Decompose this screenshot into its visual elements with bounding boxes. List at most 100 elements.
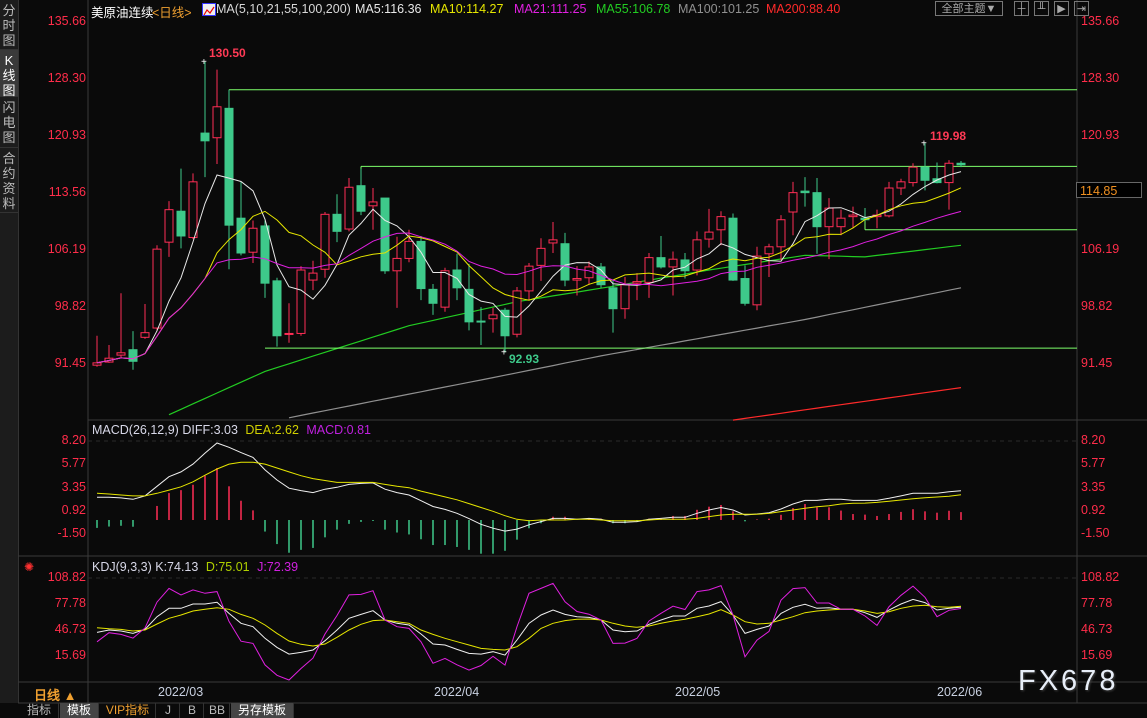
ma21-value: MA21:111.25 — [514, 2, 587, 16]
price-axis-label-right: 120.93 — [1081, 127, 1120, 142]
price-axis-label-left: 91.45 — [54, 356, 86, 370]
candlestick — [308, 260, 318, 291]
candlestick — [416, 235, 426, 301]
price-axis-label-left: 128.30 — [47, 70, 86, 85]
macd-axis-label-right: 0.92 — [1081, 503, 1106, 518]
candlestick — [944, 160, 954, 210]
price-axis-label-right: 91.45 — [1081, 356, 1113, 370]
macd-axis-label-right: 5.77 — [1081, 456, 1106, 471]
candle-body — [764, 246, 774, 255]
tab-vip-indicators[interactable]: VIP指标 — [100, 703, 156, 718]
candle-body — [668, 258, 678, 268]
macd-axis-label-right: -1.50 — [1081, 526, 1110, 541]
ma55-value: MA55:106.78 — [596, 2, 671, 16]
candlestick — [428, 283, 438, 315]
candle-body — [116, 352, 126, 356]
candlestick — [464, 263, 474, 331]
candle-body — [548, 239, 558, 244]
macd-diff-line — [97, 442, 962, 532]
candle-body — [296, 269, 306, 334]
tab-bb[interactable]: BB — [205, 703, 230, 718]
candle-body — [740, 278, 750, 304]
candle-body — [716, 216, 726, 231]
macd-panel — [96, 442, 962, 554]
date-label: 2022/04 — [434, 685, 480, 699]
candle-body — [272, 280, 282, 337]
tab-b[interactable]: B — [181, 703, 204, 718]
candle-body — [140, 332, 150, 338]
candle-body — [572, 278, 582, 281]
chart-canvas[interactable]: + + + — [0, 0, 1147, 718]
macd-axis-label-left: 8.20 — [61, 433, 86, 448]
theme-dropdown[interactable]: 全部主题▼ — [935, 1, 1003, 16]
candlestick — [872, 209, 882, 229]
candlestick — [668, 251, 678, 296]
macd-legend: MACD(26,12,9) DIFF:3.03 DEA:2.62 MACD:0.… — [92, 423, 371, 437]
candle-body — [824, 207, 834, 228]
zoom-axis-icon[interactable]: ╨ — [1034, 1, 1049, 16]
candlestick — [632, 273, 642, 301]
candle-body — [788, 192, 798, 213]
candle-body — [344, 186, 354, 230]
high-marker: + — [921, 138, 927, 149]
macd-value: MACD:0.81 — [306, 423, 371, 437]
candle-body — [800, 190, 810, 194]
kdj-axis-label-right: 77.78 — [1081, 595, 1113, 610]
candlestick — [800, 177, 810, 207]
candle-body — [632, 281, 642, 284]
kdj-d: D:75.01 — [205, 560, 250, 574]
candlestick — [704, 208, 714, 248]
candlestick — [296, 266, 306, 336]
candle-body — [752, 255, 762, 306]
ma200-line — [732, 387, 962, 421]
candle-body — [560, 243, 570, 281]
play-step-icon[interactable]: ▶ — [1054, 1, 1069, 16]
price-axis-label-right: 128.30 — [1081, 70, 1120, 85]
candle-body — [956, 162, 966, 166]
candlestick — [716, 211, 726, 246]
tab-indicators[interactable]: 指标 — [20, 703, 59, 718]
candlestick — [188, 173, 198, 240]
candlestick — [488, 307, 498, 333]
chart-frame — [18, 0, 1147, 704]
candlestick — [344, 177, 354, 232]
candle-body — [320, 213, 330, 270]
candlestick — [788, 181, 798, 236]
macd-axis-label-left: 0.92 — [61, 503, 86, 518]
ma5-value: MA5:116.36 — [355, 2, 422, 16]
crosshair-icon[interactable]: ┼ — [1014, 1, 1029, 16]
candlestick — [752, 246, 762, 311]
kdj-alert-icon[interactable]: ✺ — [24, 560, 34, 574]
candlestick — [476, 307, 486, 346]
price-axis-label-right: 106.19 — [1081, 241, 1120, 256]
candlestick — [320, 211, 330, 278]
ma-params: MA(5,10,21,55,100,200) — [216, 2, 351, 16]
candle-body — [284, 332, 294, 335]
tab-j[interactable]: J — [157, 703, 180, 718]
ma100-value: MA100:101.25 — [678, 2, 760, 16]
candlestick — [644, 252, 654, 298]
candlestick — [524, 263, 534, 301]
candle-body — [248, 227, 258, 253]
candle-body — [440, 270, 450, 308]
candle-body — [92, 362, 102, 366]
period-selector[interactable]: 日线 ▲ — [34, 685, 76, 704]
indicator-chart-icon[interactable] — [202, 3, 216, 16]
price-axis-label-left: 106.19 — [47, 241, 86, 256]
kdj-axis-label-left: 46.73 — [54, 622, 86, 636]
candle-body — [908, 166, 918, 184]
candle-body — [308, 272, 318, 281]
kdj-j: J:72.39 — [257, 560, 299, 574]
candle-body — [620, 284, 630, 310]
macd-diff: DIFF:3.03 — [182, 423, 238, 437]
tab-templates[interactable]: 模板 — [60, 703, 99, 718]
fx678-watermark: FX678 — [1018, 665, 1119, 697]
high-marker: + — [201, 57, 207, 68]
candle-body — [368, 201, 378, 207]
macd-axis-label-right: 3.35 — [1081, 479, 1106, 494]
kdj-axis-label-right: 108.82 — [1081, 570, 1120, 584]
kdj-params: KDJ(9,3,3) — [92, 560, 152, 574]
tab-save-template[interactable]: 另存模板 — [231, 703, 294, 718]
price-axis-label-right: 98.82 — [1081, 298, 1113, 313]
candle-body — [644, 257, 654, 283]
